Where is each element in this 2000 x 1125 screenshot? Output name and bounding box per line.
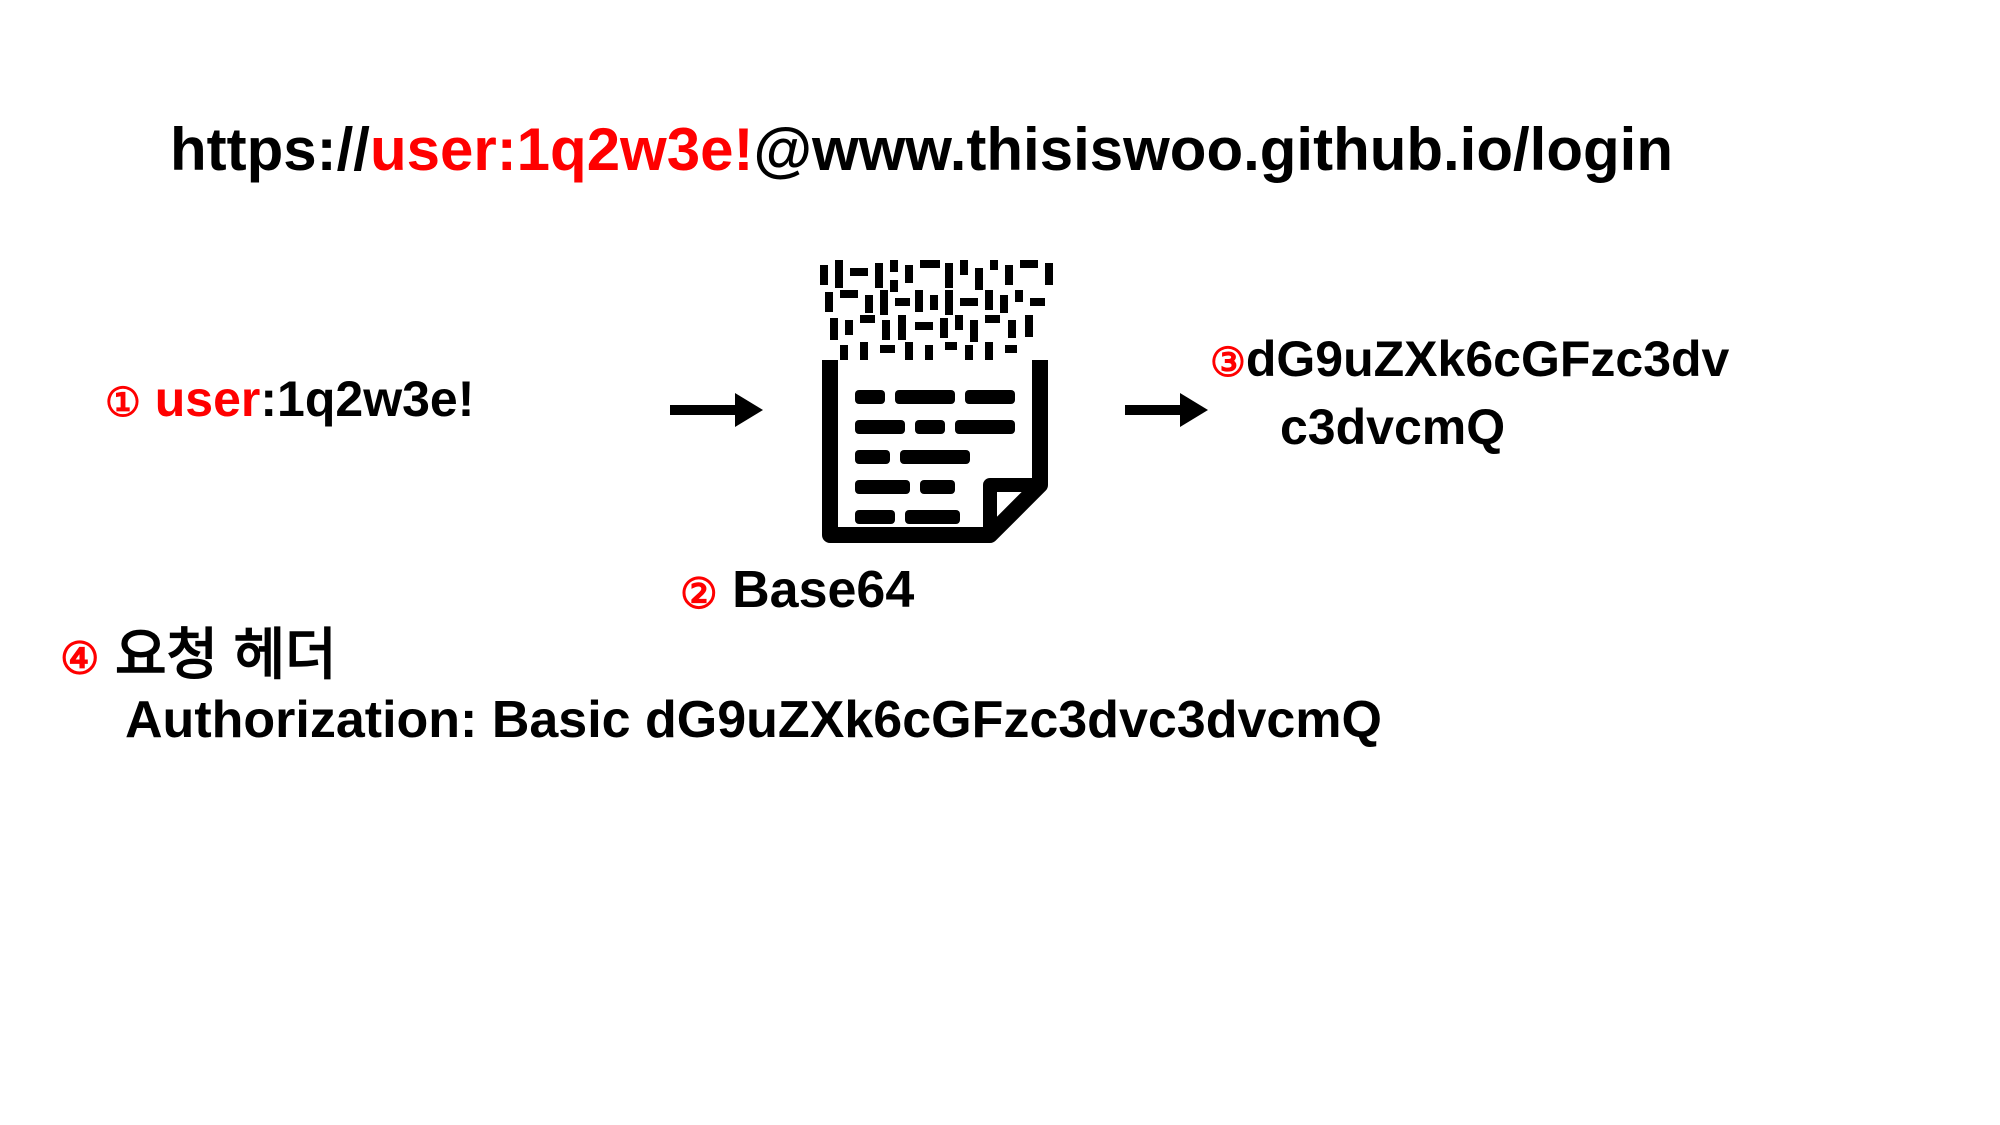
document-binary-icon — [790, 260, 1080, 555]
arrow-right-icon — [1120, 385, 1210, 440]
url-display: https://user:1q2w3e!@www.thisiswoo.githu… — [170, 115, 1673, 184]
authorization-header-value: Authorization: Basic dG9uZXk6cGFzc3dvc3d… — [125, 690, 1382, 750]
step1-password: 1q2w3e! — [277, 371, 474, 427]
step3-line2: c3dvcmQ — [1280, 399, 1505, 455]
arrow-left-icon — [665, 385, 765, 440]
step1-user: user — [155, 371, 261, 427]
step2-label: Base64 — [732, 561, 914, 619]
step3-line1: dG9uZXk6cGFzc3dv — [1246, 331, 1730, 387]
step3-encoded: ③dG9uZXk6cGFzc3dv c3dvcmQ — [1210, 330, 1729, 456]
step1-marker: ① — [105, 381, 141, 425]
step1-separator: : — [260, 371, 277, 427]
step3-marker: ③ — [1210, 341, 1246, 385]
step4-request-header: ④ 요청 헤더 — [60, 610, 337, 691]
url-suffix: @www.thisiswoo.github.io/login — [753, 116, 1673, 183]
step4-marker: ④ — [60, 635, 99, 684]
step2-base64: ② Base64 — [680, 560, 914, 620]
url-credentials: user:1q2w3e! — [370, 116, 754, 183]
step1-credentials: ① user:1q2w3e! — [105, 370, 474, 428]
url-prefix: https:// — [170, 116, 370, 183]
step4-label: 요청 헤더 — [115, 623, 337, 686]
step2-marker: ② — [680, 570, 718, 617]
